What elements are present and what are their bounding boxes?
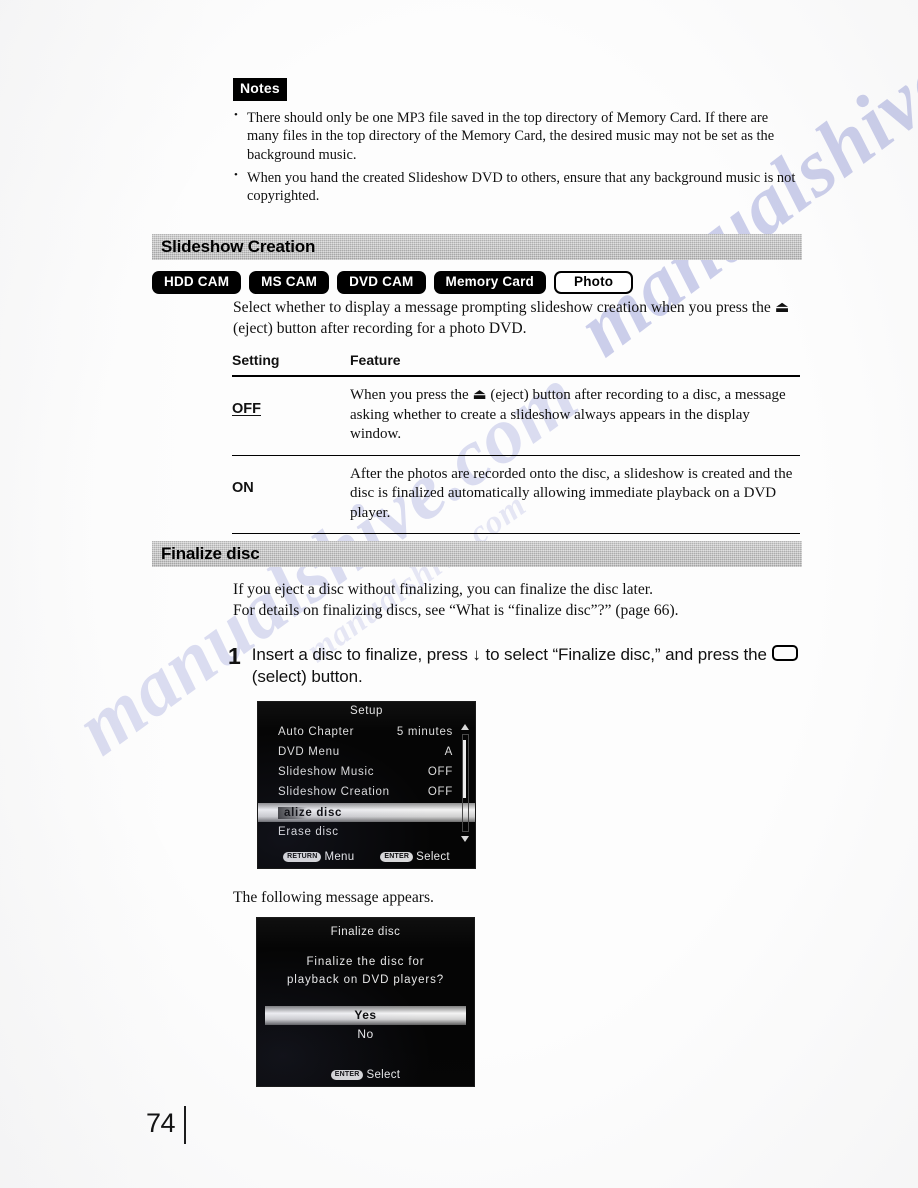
feature-description-cell: When you press the ⏏ (eject) button afte… bbox=[350, 376, 800, 456]
section-header-finalize-disc: Finalize disc bbox=[152, 541, 802, 567]
enter-key-icon: ENTER bbox=[380, 851, 414, 863]
table-row: OFF When you press the ⏏ (eject) button … bbox=[232, 376, 800, 456]
dialog-message: Finalize the disc for playback on DVD pl… bbox=[257, 954, 474, 990]
menu-item-label: DVD Menu bbox=[278, 746, 340, 758]
return-key-icon: RETURN bbox=[283, 851, 322, 863]
section-title: Finalize disc bbox=[161, 544, 260, 563]
table-row: ON After the photos are recorded onto th… bbox=[232, 455, 800, 534]
step-number: 1 bbox=[228, 643, 241, 669]
note-item: When you hand the created Slideshow DVD … bbox=[233, 168, 799, 206]
scrollbar-thumb[interactable] bbox=[463, 740, 466, 798]
slideshow-creation-intro: Select whether to display a message prom… bbox=[233, 299, 790, 337]
menu-item-slideshow-creation[interactable]: Slideshow Creation OFF bbox=[258, 782, 475, 802]
select-button-icon bbox=[772, 645, 799, 661]
step-text-part-2: (select) button. bbox=[251, 667, 363, 687]
setup-menu-list: Auto Chapter 5 minutes DVD Menu A Slides… bbox=[258, 722, 475, 842]
menu-item-dvd-menu[interactable]: DVD Menu A bbox=[258, 742, 475, 762]
setting-value-default: OFF bbox=[232, 401, 261, 417]
section-title: Slideshow Creation bbox=[161, 237, 316, 256]
lcd-setup-title: Setup bbox=[349, 705, 384, 717]
lcd-confirm-footer: ENTER Select bbox=[257, 1064, 474, 1086]
finalize-disc-intro: If you eject a disc without finalizing, … bbox=[233, 581, 679, 619]
page-number-rule bbox=[184, 1106, 186, 1144]
badge-ms-cam: MS CAM bbox=[249, 271, 330, 295]
step-text-part-1: Insert a disc to finalize, press ↓ to se… bbox=[251, 645, 767, 664]
menu-item-value: OFF bbox=[427, 786, 453, 798]
footer-action-select[interactable]: ENTER Select bbox=[330, 1069, 401, 1081]
note-item: There should only be one MP3 file saved … bbox=[233, 107, 799, 165]
lcd-screenshot-finalize-confirm: Finalize disc Finalize the disc for play… bbox=[257, 918, 474, 1086]
table-header-row: Setting Feature bbox=[232, 352, 800, 376]
page-number: 74 bbox=[146, 1108, 176, 1138]
notes-tag: Notes bbox=[233, 78, 287, 101]
badge-hdd-cam: HDD CAM bbox=[152, 271, 242, 295]
menu-item-label: Erase disc bbox=[278, 826, 339, 838]
menu-item-auto-chapter[interactable]: Auto Chapter 5 minutes bbox=[258, 722, 475, 742]
section-header-slideshow-creation: Slideshow Creation bbox=[152, 234, 802, 260]
lcd-screenshot-setup-menu: Setup Auto Chapter 5 minutes DVD Menu A … bbox=[258, 702, 475, 868]
footer-action-select[interactable]: ENTER Select bbox=[380, 851, 450, 863]
scroll-down-arrow-icon[interactable] bbox=[461, 836, 469, 842]
step-text: Insert a disc to finalize, press ↓ to se… bbox=[252, 644, 803, 689]
badge-dvd-cam: DVD CAM bbox=[337, 271, 426, 295]
menu-item-label: alize disc bbox=[278, 806, 343, 819]
menu-item-label: Slideshow Creation bbox=[278, 786, 390, 798]
procedure-step-1: 1 Insert a disc to finalize, press ↓ to … bbox=[228, 644, 803, 689]
scanned-manual-page: manualshive.com manualshive.com manualsh… bbox=[0, 0, 918, 1188]
settings-table: Setting Feature OFF When you press the ⏏… bbox=[232, 352, 800, 534]
menu-item-slideshow-music[interactable]: Slideshow Music OFF bbox=[258, 762, 475, 782]
menu-item-label: Auto Chapter bbox=[278, 726, 355, 738]
device-badge-row: HDD CAM MS CAM DVD CAM Memory Card Photo bbox=[152, 271, 634, 295]
setting-value-cell: ON bbox=[232, 455, 350, 534]
footer-action-menu[interactable]: RETURN Menu bbox=[283, 851, 354, 863]
menu-item-finalize-disc[interactable]: alize disc bbox=[258, 803, 475, 822]
dialog-message-line-1: Finalize the disc for bbox=[306, 956, 425, 968]
notes-block: Notes There should only be one MP3 file … bbox=[233, 78, 799, 210]
dialog-title: Finalize disc bbox=[330, 926, 401, 938]
badge-photo: Photo bbox=[554, 271, 634, 295]
footer-action-label: Select bbox=[366, 1069, 401, 1081]
following-message-caption: The following message appears. bbox=[233, 889, 434, 906]
menu-item-label: Slideshow Music bbox=[278, 766, 375, 778]
scroll-up-arrow-icon[interactable] bbox=[461, 724, 469, 730]
badge-memory-card: Memory Card bbox=[433, 271, 546, 295]
column-header-feature: Feature bbox=[350, 352, 401, 368]
menu-item-erase-disc[interactable]: Erase disc bbox=[258, 822, 475, 842]
lcd-setup-footer: RETURN Menu ENTER Select bbox=[258, 846, 475, 868]
footer-action-label: Select bbox=[416, 851, 450, 863]
footer-action-label: Menu bbox=[324, 851, 355, 863]
setting-value-cell: OFF bbox=[232, 376, 350, 456]
column-header-setting: Setting bbox=[232, 352, 280, 368]
feature-description-cell: After the photos are recorded onto the d… bbox=[350, 455, 800, 534]
menu-item-value: A bbox=[444, 746, 453, 758]
lcd-scrollbar[interactable] bbox=[461, 724, 469, 842]
dialog-option-no[interactable]: No bbox=[265, 1025, 466, 1044]
dialog-option-yes[interactable]: Yes bbox=[265, 1005, 466, 1025]
menu-item-value: 5 minutes bbox=[396, 726, 453, 738]
dialog-message-line-2: playback on DVD players? bbox=[286, 973, 445, 986]
menu-item-value: OFF bbox=[427, 766, 453, 778]
enter-key-icon: ENTER bbox=[330, 1069, 364, 1081]
notes-list: There should only be one MP3 file saved … bbox=[233, 107, 799, 207]
